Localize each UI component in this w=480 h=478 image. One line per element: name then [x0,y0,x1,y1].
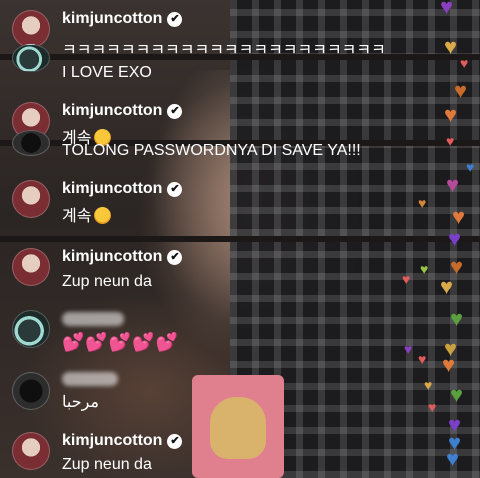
heart-icon: ♥ [444,34,458,59]
username[interactable]: kimjuncotton ✔ [62,432,183,450]
verified-badge-icon: ✔ [167,104,183,119]
avatar[interactable] [12,44,50,72]
heart-icon: ♥ [450,382,464,407]
comment-text: ㅋㅋㅋㅋㅋㅋㅋㅋㅋㅋㅋㅋㅋㅋㅋㅋㅋㅋㅋㅋㅋㅋ [62,42,386,59]
comment-text: Zup neun da [62,273,152,290]
comment-text: 💕💕💕💕💕 [62,332,179,353]
live-comment-feed: kimjuncotton ✔ ㅋㅋㅋㅋㅋㅋㅋㅋㅋㅋㅋㅋㅋㅋㅋㅋㅋㅋㅋㅋㅋㅋ I L… [0,0,480,478]
username-text: kimjuncotton [62,180,163,197]
heart-icon: ♥ [428,399,437,415]
heart-icon: ♥ [460,55,469,71]
verified-badge-icon: ✔ [167,434,183,449]
verified-badge-icon: ✔ [167,12,183,27]
username-text: kimjuncotton [62,432,163,449]
heart-icon: ♥ [446,446,460,471]
username[interactable]: kimjuncotton ✔ [62,180,183,198]
avatar[interactable] [12,10,50,48]
avatar[interactable] [12,310,50,348]
username[interactable]: kimjuncotton ✔ [62,10,183,28]
two-hearts-emoji: 💕 [155,332,179,352]
heart-icon: ♥ [424,377,433,393]
avatar[interactable] [12,248,50,286]
username-text: kimjuncotton [62,102,163,119]
verified-badge-icon: ✔ [167,250,183,265]
heart-icon: ♥ [448,226,462,251]
hidden-username[interactable] [62,372,118,386]
heart-icon: ♥ [444,102,458,127]
heart-icon: ♥ [450,306,464,331]
verified-badge-icon: ✔ [167,182,183,197]
heart-icon: ♥ [440,0,454,19]
comment-text: Zup neun da [62,456,152,473]
avatar[interactable] [12,130,50,156]
heart-icon: ♥ [452,204,466,229]
heart-icon: ♥ [454,78,468,103]
heart-icon: ♥ [420,261,429,277]
comment-text: TOLONG PASSWORDNYA DI SAVE YA!!! [62,142,361,159]
avatar[interactable] [12,432,50,470]
hidden-username[interactable] [62,312,124,326]
two-hearts-emoji: 💕 [62,332,85,352]
heart-icon: ♥ [404,341,413,357]
heart-icon: ♥ [418,195,427,211]
username[interactable]: kimjuncotton ✔ [62,102,183,120]
heart-icon: ♥ [440,274,454,299]
username-text: kimjuncotton [62,10,163,27]
heart-icon: ♥ [446,172,460,197]
two-hearts-emoji: 💕 [132,332,155,352]
two-hearts-emoji: 💕 [108,332,132,352]
comment-text-value: 계속 [62,208,92,225]
heart-icon: ♥ [446,133,455,149]
username[interactable]: kimjuncotton ✔ [62,248,183,266]
avatar[interactable] [12,180,50,218]
comment-text: مرحبا [62,394,99,411]
heart-icon: ♥ [418,351,427,367]
heart-icon: ♥ [466,159,475,175]
two-hearts-emoji: 💕 [85,332,108,352]
avatar[interactable] [12,372,50,410]
heart-icon: ♥ [442,352,456,377]
username-text: kimjuncotton [62,248,163,265]
comment-text: I LOVE EXO [62,64,152,81]
heart-icon: ♥ [402,271,411,287]
comment-text: 계속 [62,202,112,226]
smiling-face-emoji [94,207,112,224]
